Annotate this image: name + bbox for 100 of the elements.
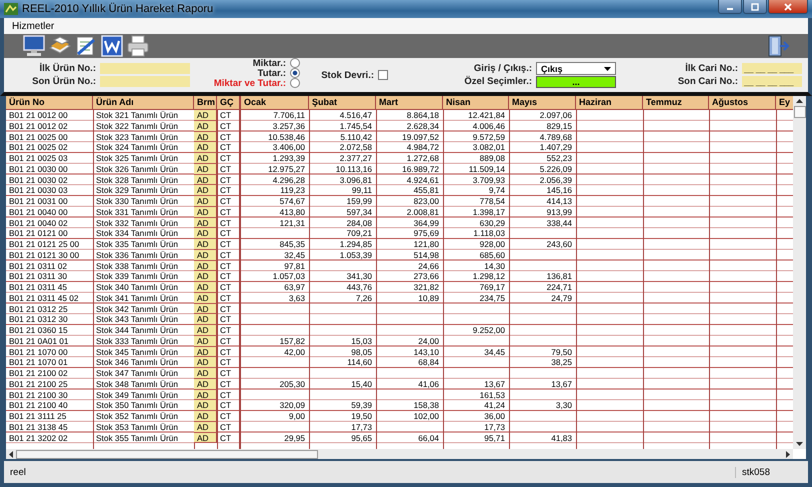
dropdown[interactable]: Çıkış [536, 62, 616, 75]
table-cell-text: CT [219, 196, 232, 207]
table-cell-text: B01 21 3202 02 [8, 432, 69, 444]
table-cell-text: 97,81 [283, 260, 306, 272]
table-cell: AD [194, 271, 217, 282]
app-icon [4, 3, 18, 15]
table-cell-text: 709,21 [346, 228, 373, 239]
column-header[interactable]: Ürün Adı [93, 96, 194, 110]
table-cell-text: CT [219, 271, 232, 282]
radio-button[interactable] [290, 68, 300, 78]
table-cell-text: 79,50 [550, 346, 573, 358]
table-cell-text: Stok 321 Tanımlı Ürün [95, 110, 179, 121]
scroll-thumb[interactable] [794, 106, 806, 118]
table-cell: AD [194, 132, 217, 142]
table-cell-text: CT [219, 411, 232, 422]
input-field[interactable]: __ __ __ ___ [742, 63, 802, 74]
column-header[interactable]: Ocak [241, 96, 309, 110]
table-cell: AD [194, 142, 217, 153]
table-cell-text: 119,23 [279, 185, 306, 196]
table-cell-text: 3,30 [554, 400, 573, 411]
horizontal-scrollbar[interactable] [6, 449, 793, 459]
table-cell-text: 630,29 [478, 218, 506, 228]
table-cell-text: 364,99 [412, 218, 440, 228]
radio-button[interactable] [290, 58, 300, 68]
table-cell-text: Stok 332 Tanımlı Ürün [95, 218, 179, 228]
column-header[interactable]: Haziran [576, 96, 643, 110]
table-cell-text: 3,63 [288, 292, 306, 304]
table-cell-text: 41,24 [483, 400, 506, 411]
table-cell-text: 3.406,00 [272, 142, 306, 153]
radio-button[interactable] [290, 78, 300, 88]
table-cell-text: Stok 346 Tanımlı Ürün [95, 357, 179, 368]
column-header[interactable]: Temmuz [643, 96, 709, 110]
minimize-button[interactable] [718, 0, 742, 14]
table-cell-text: 16.989,72 [401, 164, 440, 174]
table-cell-text: B01 21 3111 25 [8, 411, 68, 422]
table-cell: AD [194, 250, 217, 260]
maximize-button[interactable] [743, 0, 767, 14]
toolbar-button[interactable] [126, 34, 150, 58]
scroll-thumb[interactable] [16, 450, 318, 458]
table-cell-text: Stok 323 Tanımlı Ürün [95, 132, 179, 142]
table-cell-text: 9,00 [288, 411, 306, 422]
table-cell-text: B01 21 2100 02 [8, 368, 69, 379]
table-cell-text: CT [219, 206, 232, 218]
table-cell-text: 98,05 [350, 346, 373, 358]
table-cell-text: 11.509,14 [468, 164, 506, 174]
field-label: Giriş / Çıkış.: [474, 63, 532, 74]
table-cell-text: Stok 345 Tanımlı Ürün [95, 346, 179, 358]
table-cell: AD [194, 378, 217, 390]
table-cell-text: CT [219, 110, 232, 121]
table-cell-text: 1.298,12 [472, 271, 506, 282]
table-cell-text: CT [219, 346, 232, 358]
table-cell-text: 769,17 [478, 282, 506, 293]
table-cell: AD [194, 110, 217, 121]
toolbar-button[interactable] [22, 34, 46, 58]
exit-button[interactable] [766, 34, 790, 58]
table-cell-text: 2.008,81 [406, 206, 440, 218]
toolbar-button[interactable] [74, 34, 98, 58]
table-cell-text: 19.097,52 [401, 132, 440, 142]
table-cell-text: CT [219, 228, 232, 239]
table-cell-text: 68,84 [417, 357, 440, 368]
table-cell-text: B01 21 0121 30 00 [8, 250, 80, 260]
toolbar-button[interactable] [100, 34, 124, 58]
checkbox[interactable] [378, 70, 388, 80]
field-label: Tutar.: [258, 68, 286, 78]
table-cell-text: 157,82 [278, 336, 306, 346]
scroll-right-icon [786, 450, 790, 458]
column-header[interactable]: Ağustos [709, 96, 776, 110]
field-label: Stok Devri.: [321, 70, 374, 80]
table-cell-text: 1.057,03 [272, 271, 306, 282]
table-cell-text: Stok 336 Tanımlı Ürün [95, 250, 179, 260]
column-header[interactable]: Mart [376, 96, 443, 110]
column-header[interactable]: Ey [776, 96, 793, 110]
table-cell-text: B01 21 2100 40 [8, 400, 69, 411]
special-selection-button[interactable]: ... [536, 76, 616, 88]
menu-item[interactable]: Hizmetler [12, 20, 54, 32]
table-cell-text: 1.118,03 [472, 228, 506, 239]
input-field[interactable]: __ __ __ ___ [742, 76, 802, 87]
exit-door-icon [766, 34, 790, 58]
status-text: stk058 [735, 466, 808, 478]
table-cell-text: Stok 347 Tanımlı Ürün [95, 368, 179, 379]
table-cell-text: 63,97 [283, 282, 306, 293]
table-cell-text: 41,83 [550, 432, 573, 444]
column-header[interactable]: Mayıs [509, 96, 576, 110]
column-header[interactable]: GÇ [217, 96, 241, 110]
vertical-scrollbar[interactable] [793, 96, 806, 449]
column-header[interactable]: Nisan [443, 96, 509, 110]
column-header[interactable]: Şubat [309, 96, 376, 110]
column-header[interactable]: Ürün No [6, 96, 93, 110]
close-button[interactable] [768, 0, 808, 14]
table-cell-text: 29,95 [283, 432, 306, 444]
input-field[interactable] [100, 76, 190, 87]
column-header[interactable]: Brm [194, 96, 217, 110]
table-cell: AD [194, 292, 217, 304]
table-cell: AD [194, 164, 217, 174]
table-cell-text: CT [219, 174, 232, 186]
table-cell-text: CT [219, 260, 232, 272]
table-cell-text: CT [219, 357, 232, 368]
input-field[interactable] [100, 63, 190, 74]
table-cell-text: B01 21 2100 25 [8, 378, 69, 390]
table-cell-text: Stok 330 Tanımlı Ürün [95, 196, 179, 207]
